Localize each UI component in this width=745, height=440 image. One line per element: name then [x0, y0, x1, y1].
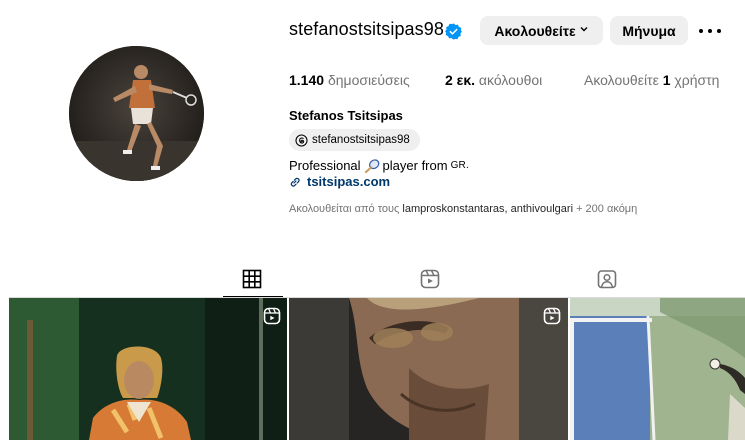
- followers-stat[interactable]: 2 εκ. ακόλουθοι: [445, 72, 542, 88]
- followed-by-prefix: Ακολουθείται από τους: [289, 203, 400, 215]
- grid-post-3[interactable]: [570, 298, 745, 440]
- grid-post-1[interactable]: [9, 298, 287, 440]
- following-stat[interactable]: Ακολουθείτε 1 χρήστη: [584, 72, 719, 88]
- profile-bio: Professional player from GR.: [289, 158, 469, 173]
- following-unit: χρήστη: [674, 72, 720, 88]
- active-tab-indicator: [223, 296, 283, 297]
- threads-link[interactable]: stefanostsitsipas98: [289, 129, 420, 151]
- tagged-icon[interactable]: [596, 268, 618, 290]
- profile-avatar[interactable]: [69, 46, 204, 181]
- threads-icon: [295, 133, 308, 147]
- reel-badge-icon: [543, 307, 561, 325]
- following-button[interactable]: Ακολουθείτε: [480, 16, 603, 45]
- followers-count: 2 εκ.: [445, 72, 476, 88]
- grid-icon[interactable]: [241, 268, 263, 290]
- posts-stat: 1.140 δημοσιεύσεις: [289, 72, 410, 88]
- profile-full-name: Stefanos Tsitsipas: [289, 108, 403, 123]
- more-options-icon[interactable]: [699, 22, 721, 40]
- followed-by-text[interactable]: Ακολουθείται από τους lamproskonstantara…: [289, 203, 637, 215]
- bio-prefix: Professional: [289, 158, 361, 173]
- followed-by-suffix: + 200 ακόμη: [576, 203, 638, 215]
- following-count: 1: [662, 72, 671, 88]
- following-label: Ακολουθείτε: [584, 72, 659, 88]
- bio-flag: GR.: [450, 160, 469, 171]
- tennis-racket-icon: [364, 158, 379, 173]
- posts-count: 1.140: [289, 72, 325, 88]
- followed-by-user2[interactable]: anthivoulgari: [511, 203, 573, 215]
- reel-badge-icon: [263, 307, 281, 325]
- reels-icon[interactable]: [419, 268, 441, 290]
- link-icon: [290, 177, 300, 187]
- verified-badge-icon: [445, 23, 462, 40]
- profile-username: stefanostsitsipas98: [289, 19, 444, 39]
- followers-label: ακόλουθοι: [478, 72, 543, 88]
- profile-website-link[interactable]: tsitsipas.com: [289, 174, 390, 189]
- bio-suffix: player from: [382, 158, 448, 173]
- grid-post-2[interactable]: [289, 298, 568, 440]
- following-button-label: Ακολουθείτε: [494, 22, 576, 39]
- website-url: tsitsipas.com: [307, 174, 391, 189]
- threads-handle: stefanostsitsipas98: [312, 134, 410, 146]
- posts-label: δημοσιεύσεις: [327, 72, 410, 88]
- followed-by-user1[interactable]: lamproskonstantaras: [402, 203, 504, 215]
- chevron-down-icon: [579, 24, 589, 37]
- message-button[interactable]: Μήνυμα: [610, 16, 688, 45]
